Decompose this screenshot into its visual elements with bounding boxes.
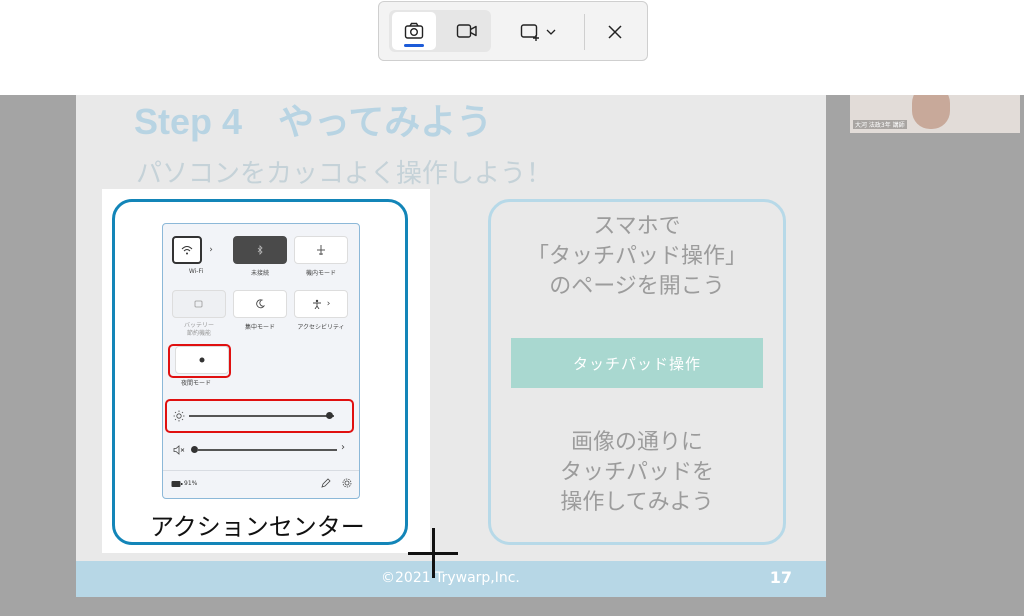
instruction-line-3: のページを開こう xyxy=(549,274,725,299)
video-mode-button[interactable] xyxy=(445,12,489,50)
crosshair-cursor-vertical xyxy=(432,528,435,578)
focus-mode-label: 集中モード xyxy=(244,324,275,331)
airplane-label: 機内モード xyxy=(305,270,336,277)
page-number: 17 xyxy=(769,568,792,587)
instruction-line-5: タッチパッドを xyxy=(559,460,714,485)
action-center-caption: アクションセンター xyxy=(150,513,365,541)
camera-icon xyxy=(404,22,424,39)
accessibility-tile: › xyxy=(294,290,348,318)
battery-saver-label: バッテリー 節約機能 xyxy=(183,322,214,337)
close-icon xyxy=(608,25,622,39)
toolbar-divider xyxy=(584,14,585,50)
battery-saver-tile xyxy=(172,290,226,318)
instruction-line-6: 操作してみよう xyxy=(560,490,714,515)
close-button[interactable] xyxy=(595,12,635,52)
instruction-line-4: 画像の通りに xyxy=(570,430,703,455)
settings-gear-icon xyxy=(342,478,352,488)
presentation-slide: Step 4 やってみよう パソコンをカッコよく操作しよう！ › Wi-Fi 未… xyxy=(76,95,826,597)
accessibility-label: アクセシビリティ xyxy=(297,324,345,331)
participant-name: 大河 法政3年 講師 xyxy=(853,120,907,129)
chevron-down-icon xyxy=(546,29,556,35)
battery-saver-icon xyxy=(194,300,203,308)
instruction-card: スマホで 「タッチパッド操作」 のページを開こう タッチパッド操作 画像の通りに… xyxy=(488,199,786,545)
participant-face xyxy=(912,95,950,129)
selected-indicator xyxy=(404,44,424,47)
slide-subtitle: パソコンをカッコよく操作しよう！ xyxy=(136,159,553,189)
accessibility-icon xyxy=(312,299,321,309)
snip-mode-dropdown[interactable] xyxy=(509,12,567,52)
night-light-highlight xyxy=(168,344,231,378)
slide-title: Step 4 やってみよう xyxy=(134,101,493,142)
capture-type-group xyxy=(389,10,491,52)
instruction-line-1: スマホで xyxy=(593,214,681,239)
volume-slider xyxy=(197,449,337,451)
participant-video[interactable]: 大河 法政3年 講師 xyxy=(850,95,1020,133)
video-icon xyxy=(456,24,477,38)
battery-icon xyxy=(171,481,183,487)
edit-icon xyxy=(321,478,331,488)
copyright: ©2021 Trywarp,Inc. xyxy=(381,570,520,586)
focus-mode-tile xyxy=(233,290,287,318)
touchpad-button[interactable]: タッチパッド操作 xyxy=(511,338,763,388)
bluetooth-icon xyxy=(257,245,263,255)
wifi-icon xyxy=(181,246,193,255)
bluetooth-tile xyxy=(233,236,287,264)
instruction-line-2: 「タッチパッド操作」 xyxy=(526,244,747,269)
wifi-tile xyxy=(172,236,202,264)
volume-chevron: › xyxy=(341,442,345,453)
panel-divider xyxy=(163,470,359,471)
airplane-icon xyxy=(317,245,325,255)
night-light-label: 夜間モード xyxy=(181,380,212,387)
slide-footer: ©2021 Trywarp,Inc. 17 xyxy=(76,561,826,597)
airplane-tile xyxy=(294,236,348,264)
battery-percent: 91% xyxy=(184,480,198,487)
speaker-mute-icon xyxy=(173,445,185,455)
moon-icon xyxy=(256,299,265,309)
bluetooth-label: 未接続 xyxy=(250,270,269,277)
screenshot-mode-button[interactable] xyxy=(392,12,436,50)
rectangle-snip-icon xyxy=(520,24,539,41)
wifi-label: Wi-Fi xyxy=(188,268,204,275)
shared-screen: Step 4 やってみよう パソコンをカッコよく操作しよう！ › Wi-Fi 未… xyxy=(0,95,1024,616)
brightness-highlight xyxy=(165,399,354,433)
wifi-expand-chevron: › xyxy=(209,245,213,255)
accessibility-chevron: › xyxy=(326,299,331,309)
snip-toolbar xyxy=(378,1,648,61)
